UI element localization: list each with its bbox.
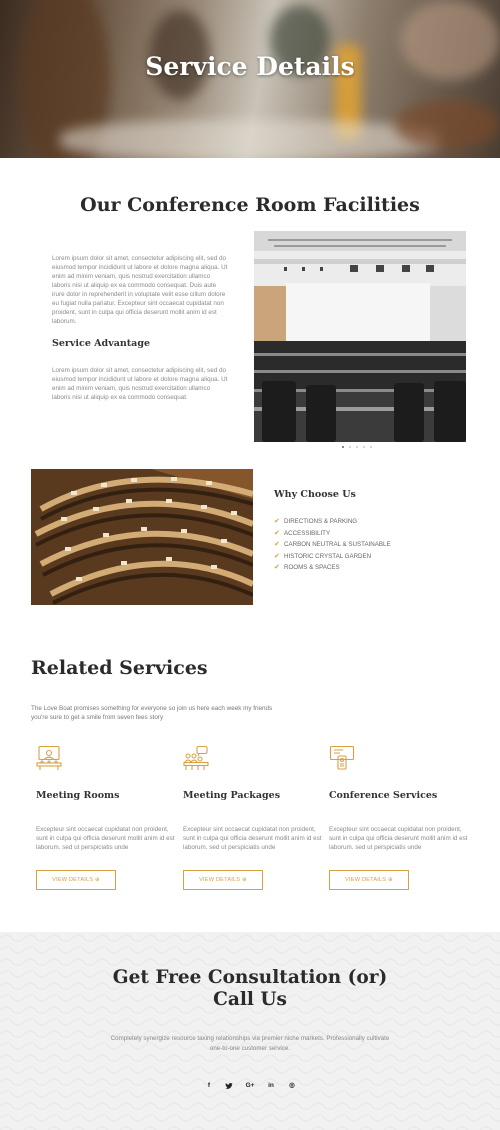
why-choose-item: ✔ ACCESSIBILITY [274, 528, 391, 540]
conference-services-icon [329, 745, 355, 771]
meeting-rooms-title: Meeting Rooms [36, 790, 120, 801]
facilities-intro: Lorem ipsum dolor sit amet, consectetur … [52, 255, 228, 325]
check-icon: ✔ [274, 518, 280, 525]
consultation-title: Get Free Consultation (or) Call Us [0, 967, 500, 1011]
conference-room-photo [254, 231, 466, 442]
slider-dot[interactable] [349, 446, 352, 449]
hero-banner: Service Details [0, 0, 500, 158]
why-choose-item-label: DIRECTIONS & PARKING [284, 518, 358, 525]
consultation-title-line1: Get Free Consultation (or) [112, 967, 388, 988]
linkedin-icon[interactable]: in [264, 1080, 278, 1092]
conference-services-text: Excepteur sint occaecat cupidatat non pr… [329, 826, 468, 851]
lecture-hall-photo [31, 469, 253, 605]
facebook-icon[interactable]: f [202, 1080, 216, 1092]
meeting-rooms-view-details-button[interactable]: VIEW DETAILS ⊕ [36, 870, 116, 890]
check-icon: ✔ [274, 552, 280, 560]
why-choose-title: Why Choose Us [274, 489, 356, 500]
slider-dot[interactable] [363, 446, 366, 449]
why-choose-item: ✔ HISTORIC CRYSTAL GARDEN [274, 551, 391, 563]
meeting-packages-view-details-button[interactable]: VIEW DETAILS ⊕ [183, 870, 263, 890]
why-choose-item: ✔ DIRECTIONS & PARKING [274, 516, 391, 528]
slider-dot[interactable] [370, 446, 373, 449]
consultation-text: Completely synergize resource taxing rel… [110, 1035, 390, 1052]
why-choose-item-label: ROOMS & SPACES [284, 564, 340, 572]
slider-dots [342, 446, 382, 450]
meeting-packages-text: Excepteur sint occaecat cupidatat non pr… [183, 826, 322, 851]
facilities-title: Our Conference Room Facilities [80, 194, 420, 216]
consultation-section: Get Free Consultation (or) Call Us Compl… [0, 932, 500, 1130]
related-services-title: Related Services [31, 657, 208, 679]
check-icon: ✔ [274, 529, 280, 537]
why-choose-item-label: ACCESSIBILITY [284, 529, 331, 537]
service-advantage-title: Service Advantage [52, 338, 151, 349]
meeting-packages-icon [183, 745, 209, 771]
check-icon: ✔ [274, 541, 280, 549]
google-plus-icon[interactable]: G+ [243, 1080, 257, 1092]
conference-services-title: Conference Services [329, 790, 438, 801]
instagram-icon[interactable]: ◎ [285, 1080, 299, 1092]
why-choose-item-label: HISTORIC CRYSTAL GARDEN [284, 552, 372, 560]
slider-dot[interactable] [356, 446, 359, 449]
why-choose-item: ✔ CARBON NEUTRAL & SUSTAINABLE [274, 539, 391, 551]
page-title: Service Details [145, 52, 355, 81]
meeting-rooms-text: Excepteur sint occaecat cupidatat non pr… [36, 826, 175, 851]
conference-services-view-details-button[interactable]: VIEW DETAILS ⊕ [329, 870, 409, 890]
why-choose-item: ✔ ROOMS & SPACES [274, 562, 391, 574]
why-choose-item-label: CARBON NEUTRAL & SUSTAINABLE [284, 541, 391, 549]
consultation-title-line2: Call Us [213, 989, 287, 1010]
meeting-packages-title: Meeting Packages [183, 790, 281, 801]
why-choose-list: ✔ DIRECTIONS & PARKING ✔ ACCESSIBILITY ✔ CARB… [274, 516, 391, 574]
service-advantage-text: Lorem ipsum dolor sit amet, consectetur … [52, 367, 228, 401]
twitter-icon[interactable] [222, 1080, 236, 1092]
slider-dot[interactable] [342, 446, 345, 449]
check-icon: ✔ [274, 564, 280, 572]
meeting-room-icon [36, 745, 62, 771]
related-services-intro: The Love Boat promises something for eve… [31, 705, 273, 721]
